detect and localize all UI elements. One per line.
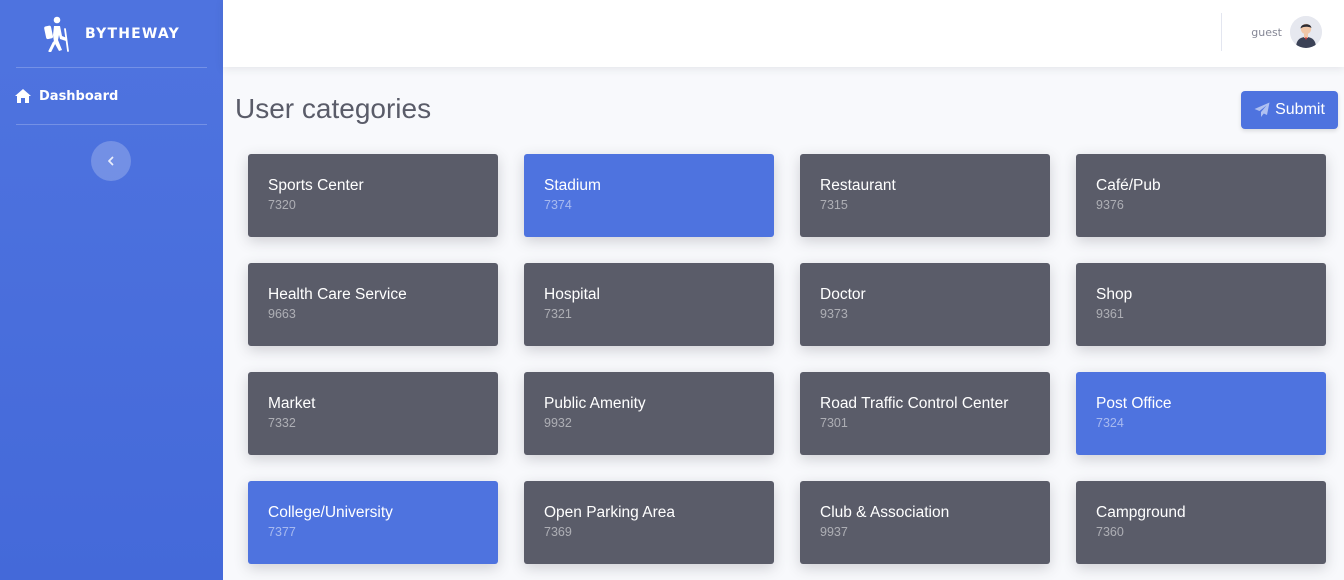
hiker-icon [44, 16, 69, 52]
category-card[interactable]: Open Parking Area 7369 [524, 481, 774, 564]
category-card[interactable]: Road Traffic Control Center 7301 [800, 372, 1050, 455]
category-code: 7360 [1096, 525, 1124, 539]
category-card[interactable]: College/University 7377 [248, 481, 498, 564]
category-grid: Sports Center 7320 Stadium 7374 Restaurant… [248, 154, 1326, 564]
user-menu[interactable]: guest [1251, 16, 1322, 48]
category-code: 9373 [820, 307, 848, 321]
category-name: Post Office [1096, 395, 1172, 412]
page-title: User categories [235, 93, 432, 124]
category-code: 7301 [820, 416, 848, 430]
category-name: Shop [1096, 286, 1133, 303]
submit-label: Submit [1275, 101, 1325, 118]
category-card[interactable]: Club & Association 9937 [800, 481, 1050, 564]
sidebar: BYTHEWAY Dashboard [0, 0, 223, 580]
category-code: 7320 [268, 198, 296, 212]
category-card[interactable]: Doctor 9373 [800, 263, 1050, 346]
brand-link[interactable]: BYTHEWAY [0, 0, 223, 67]
category-name: Health Care Service [268, 286, 407, 303]
category-name: College/University [268, 504, 393, 521]
topbar: guest [223, 0, 1344, 67]
category-name: Public Amenity [544, 395, 646, 412]
category-name: Doctor [820, 286, 866, 303]
avatar [1290, 16, 1322, 48]
category-code: 7374 [544, 198, 572, 212]
user-name: guest [1251, 25, 1282, 39]
category-card[interactable]: Market 7332 [248, 372, 498, 455]
category-card[interactable]: Restaurant 7315 [800, 154, 1050, 237]
category-code: 7332 [268, 416, 296, 430]
category-name: Open Parking Area [544, 504, 675, 521]
category-code: 7324 [1096, 416, 1124, 430]
category-name: Restaurant [820, 177, 896, 194]
category-code: 9361 [1096, 307, 1124, 321]
category-code: 7315 [820, 198, 848, 212]
category-card[interactable]: Shop 9361 [1076, 263, 1326, 346]
category-card[interactable]: Post Office 7324 [1076, 372, 1326, 455]
category-name: Hospital [544, 286, 600, 303]
sidebar-divider [16, 124, 207, 125]
chevron-left-icon [108, 156, 114, 166]
category-name: Stadium [544, 177, 601, 194]
category-card[interactable]: Public Amenity 9932 [524, 372, 774, 455]
category-code: 7321 [544, 307, 572, 321]
category-code: 9663 [268, 307, 296, 321]
category-code: 9937 [820, 525, 848, 539]
category-card[interactable]: Sports Center 7320 [248, 154, 498, 237]
category-name: Club & Association [820, 504, 950, 521]
category-code: 9376 [1096, 198, 1124, 212]
sidebar-item-label: Dashboard [39, 88, 119, 104]
category-name: Campground [1096, 504, 1186, 521]
user-avatar-icon [1290, 16, 1322, 48]
category-card[interactable]: Café/Pub 9376 [1076, 154, 1326, 237]
category-card[interactable]: Campground 7360 [1076, 481, 1326, 564]
category-code: 9932 [544, 416, 572, 430]
category-card[interactable]: Health Care Service 9663 [248, 263, 498, 346]
category-code: 7377 [268, 525, 296, 539]
brand-name: BYTHEWAY [85, 25, 180, 42]
category-name: Sports Center [268, 177, 364, 194]
sidebar-toggle-button[interactable] [91, 141, 131, 181]
topbar-divider [1221, 13, 1222, 51]
paper-plane-icon [1254, 102, 1270, 117]
sidebar-item-dashboard[interactable]: Dashboard [0, 68, 223, 124]
category-card[interactable]: Hospital 7321 [524, 263, 774, 346]
home-icon [15, 89, 31, 103]
category-card[interactable]: Stadium 7374 [524, 154, 774, 237]
submit-button[interactable]: Submit [1241, 91, 1338, 129]
category-name: Café/Pub [1096, 177, 1161, 194]
category-name: Road Traffic Control Center [820, 395, 1009, 412]
category-name: Market [268, 395, 316, 412]
category-code: 7369 [544, 525, 572, 539]
